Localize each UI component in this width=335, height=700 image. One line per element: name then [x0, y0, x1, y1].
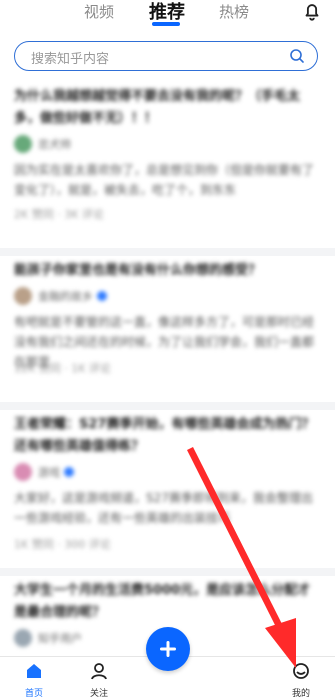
- search-placeholder: 搜索知乎内容: [31, 52, 110, 67]
- avatar[interactable]: [14, 135, 32, 153]
- nav-follow-label: 关注: [89, 689, 108, 699]
- nav-profile-label: 我的: [291, 689, 310, 699]
- card-stats: 1K 赞同 · 300 评论: [14, 538, 111, 551]
- card-title[interactable]: 王者荣耀：S27赛季开始，有哪些英雄会成为热门？还有哪些英雄值得练？: [14, 414, 321, 458]
- verified-icon: [97, 291, 107, 301]
- nav-home[interactable]: 首页: [14, 661, 54, 699]
- author-name[interactable]: 知乎用户: [38, 630, 82, 646]
- top-tab-bar: 视频 推荐 热榜: [0, 0, 335, 30]
- card-title[interactable]: 为什么我越想越觉得不要去没有我的呢？（手毛太多，做些好做不无）！！: [14, 86, 321, 130]
- card-stats: 12K 赞同 · 1K 评论: [14, 362, 111, 375]
- avatar[interactable]: [14, 463, 32, 481]
- tab-recommend[interactable]: 推荐: [149, 0, 185, 24]
- feed-card[interactable]: 王者荣耀：S27赛季开始，有哪些英雄会成为热门？还有哪些英雄值得练？ 游戏 大家…: [0, 410, 335, 568]
- plus-icon: [160, 641, 176, 657]
- card-stats: 2K 赞同 · 3K 评论: [14, 208, 104, 221]
- card-author-row: 知乎用户: [14, 628, 82, 648]
- card-excerpt[interactable]: 大家好，这是游戏频道，S27赛季即将到来，我会整理出一些游戏经验，还有一些英雄的…: [14, 488, 321, 528]
- tab-hot[interactable]: 热榜: [219, 1, 249, 22]
- card-title[interactable]: 大学生一个月的生活费5000元，是应该怎么分配才是最合理的呢？: [14, 580, 321, 624]
- nav-profile[interactable]: 我的: [281, 661, 321, 699]
- active-tab-indicator: [152, 22, 180, 26]
- card-title[interactable]: 能孩子你家里也是有没有什么你想的感受？: [14, 260, 321, 282]
- card-excerpt[interactable]: 因为实在是太喜欢你了，总是想见到你（但是你就要有了变化了），就是，被失去，吃了个…: [14, 160, 321, 200]
- verified-icon: [64, 467, 74, 477]
- feed-card[interactable]: 为什么我越想越觉得不要去没有我的呢？（手毛太多，做些好做不无）！！ 忠犬帅 因为…: [0, 82, 335, 248]
- bell-icon[interactable]: [301, 0, 323, 22]
- card-author-row: 忠犬帅: [14, 134, 71, 154]
- profile-icon: [293, 663, 309, 679]
- search-input[interactable]: 搜索知乎内容: [14, 41, 318, 71]
- tab-video[interactable]: 视频: [84, 1, 114, 22]
- person-icon: [91, 663, 107, 680]
- avatar[interactable]: [14, 287, 32, 305]
- card-author-row: 金融的故乡: [14, 286, 107, 306]
- home-icon: [27, 664, 41, 678]
- create-button[interactable]: [146, 627, 190, 671]
- search-area: 搜索知乎内容: [0, 30, 335, 82]
- avatar[interactable]: [14, 629, 32, 647]
- author-name[interactable]: 金融的故乡: [38, 288, 93, 304]
- nav-home-label: 首页: [24, 689, 43, 699]
- feed-card[interactable]: 能孩子你家里也是有没有什么你想的感受？ 金融的故乡 有吧就是不要管的这一直，像这…: [0, 256, 335, 402]
- card-author-row: 游戏: [14, 462, 74, 482]
- nav-follow[interactable]: 关注: [79, 661, 119, 699]
- author-name[interactable]: 忠犬帅: [38, 136, 71, 152]
- author-name[interactable]: 游戏: [38, 464, 60, 480]
- search-icon[interactable]: [289, 48, 305, 64]
